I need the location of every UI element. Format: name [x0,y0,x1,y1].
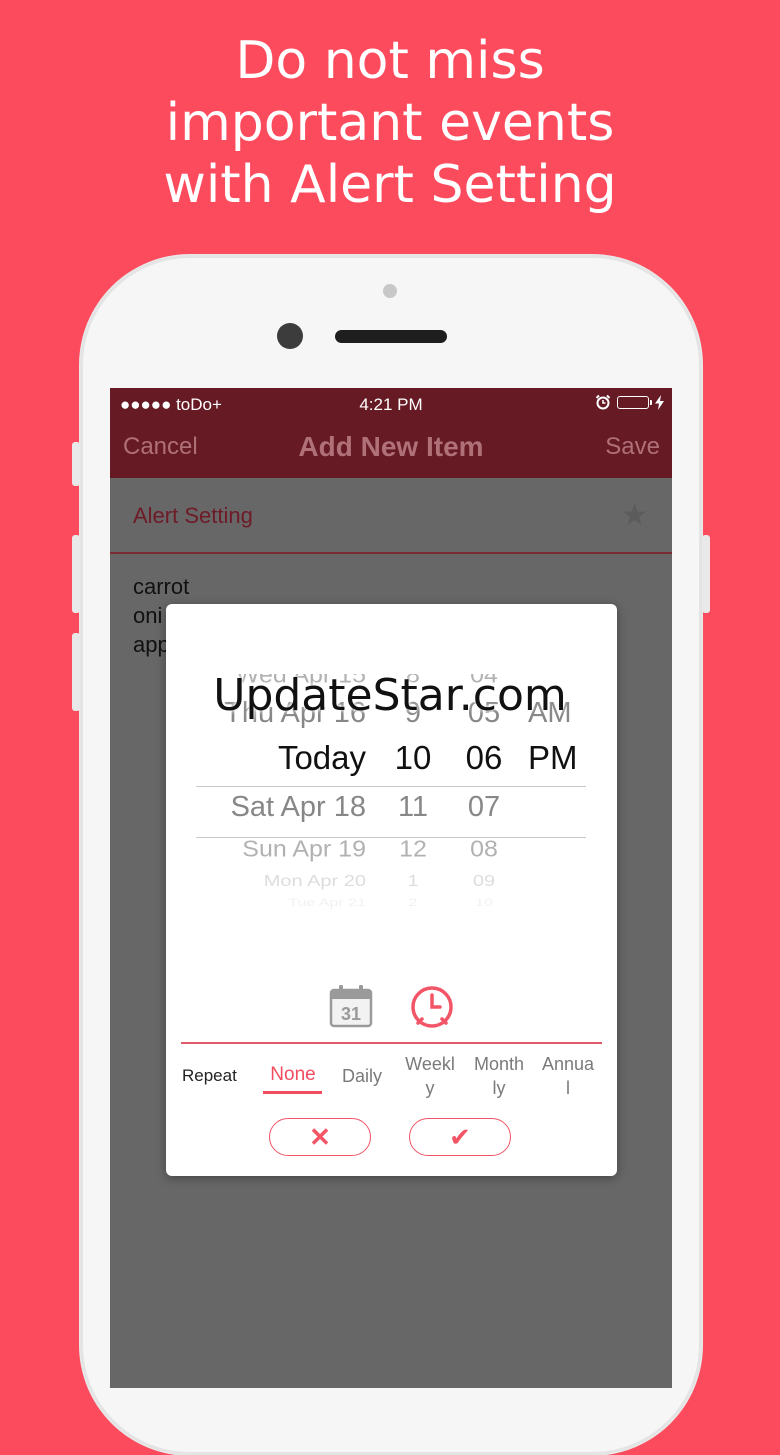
earpiece-speaker [335,330,447,343]
phone-power-button [702,535,710,613]
star-icon[interactable]: ★ [621,498,648,533]
cancel-button[interactable]: ✕ [269,1118,371,1156]
confirm-button[interactable]: ✔ [409,1118,511,1156]
picker-option[interactable]: Tue Apr 21 [288,897,366,910]
headline: Do not miss important events with Alert … [0,30,780,216]
repeat-option-weekly[interactable]: Weekl y [400,1052,460,1100]
alarm-icon [595,394,611,410]
clock-icon[interactable] [408,982,456,1030]
front-camera [277,323,303,349]
picker-option[interactable]: Sun Apr 19 [242,836,366,863]
picker-option[interactable]: Today [278,739,366,777]
repeat-option-text: Weekl [405,1054,455,1074]
repeat-option-text: Month [473,1054,525,1074]
picker-option[interactable]: 1 [378,872,448,890]
navigation-bar: Cancel Add New Item Save [110,420,672,478]
close-icon: ✕ [309,1121,331,1152]
headline-line-2: important events [165,93,615,153]
repeat-option-text: Daily [341,1066,382,1086]
repeat-option-none[interactable]: None [263,1063,323,1087]
picker-option[interactable]: 07 [448,791,520,823]
repeat-option-text: None [270,1064,316,1085]
checkmark-icon: ✔ [449,1121,471,1152]
headline-line-3: with Alert Setting [163,155,617,215]
mode-tab-underline [181,1042,602,1044]
repeat-option-text: Annua [541,1054,595,1074]
repeat-option-annually[interactable]: Annua l [538,1052,598,1100]
picker-option[interactable]: Sat Apr 18 [231,791,366,823]
note-line: carrot [133,574,190,599]
status-time: 4:21 PM [359,395,423,414]
calendar-icon[interactable]: 31 [329,984,373,1028]
battery-icon [617,395,652,409]
alert-setting-label: Alert Setting [133,503,253,528]
save-nav-button[interactable]: Save [605,433,660,461]
phone-mute-switch [72,442,80,486]
watermark-text: UpdateStar.com [213,670,567,721]
charging-bolt-icon [655,394,664,410]
picker-option[interactable]: 10 [448,897,520,910]
picker-selection-top [196,786,586,787]
status-bar: ●●●●● toDo+ 4:21 PM [110,388,672,420]
repeat-option-text-wrap: l [566,1078,570,1098]
proximity-sensor [383,284,397,298]
picker-option[interactable]: 10 [378,739,448,777]
picker-option[interactable]: 08 [448,836,520,863]
picker-option[interactable]: 2 [378,897,448,910]
picker-option[interactable]: Mon Apr 20 [264,872,366,890]
repeat-selected-underline [263,1091,322,1094]
repeat-option-text-wrap: y [425,1078,435,1098]
repeat-option-daily[interactable]: Daily [332,1064,392,1088]
picker-option[interactable]: 12 [378,836,448,863]
phone-volume-up [72,535,80,613]
status-right [595,394,664,410]
headline-line-1: Do not miss [235,31,545,91]
picker-option[interactable]: 09 [448,872,520,890]
repeat-options: Repeat None Daily Weekl y Month ly Annua… [166,1050,617,1110]
picker-option[interactable]: 06 [448,739,520,777]
repeat-option-text-wrap: ly [492,1078,506,1098]
alert-setting-row[interactable]: Alert Setting ★ [110,478,672,554]
repeat-option-monthly[interactable]: Month ly [469,1052,529,1100]
page-title: Add New Item [298,431,484,462]
picker-option[interactable]: PM [528,739,578,777]
repeat-label: Repeat [182,1066,237,1085]
calendar-day-number: 31 [341,1004,361,1024]
picker-option[interactable]: 11 [378,791,448,823]
picker-selection-bottom [196,837,586,838]
